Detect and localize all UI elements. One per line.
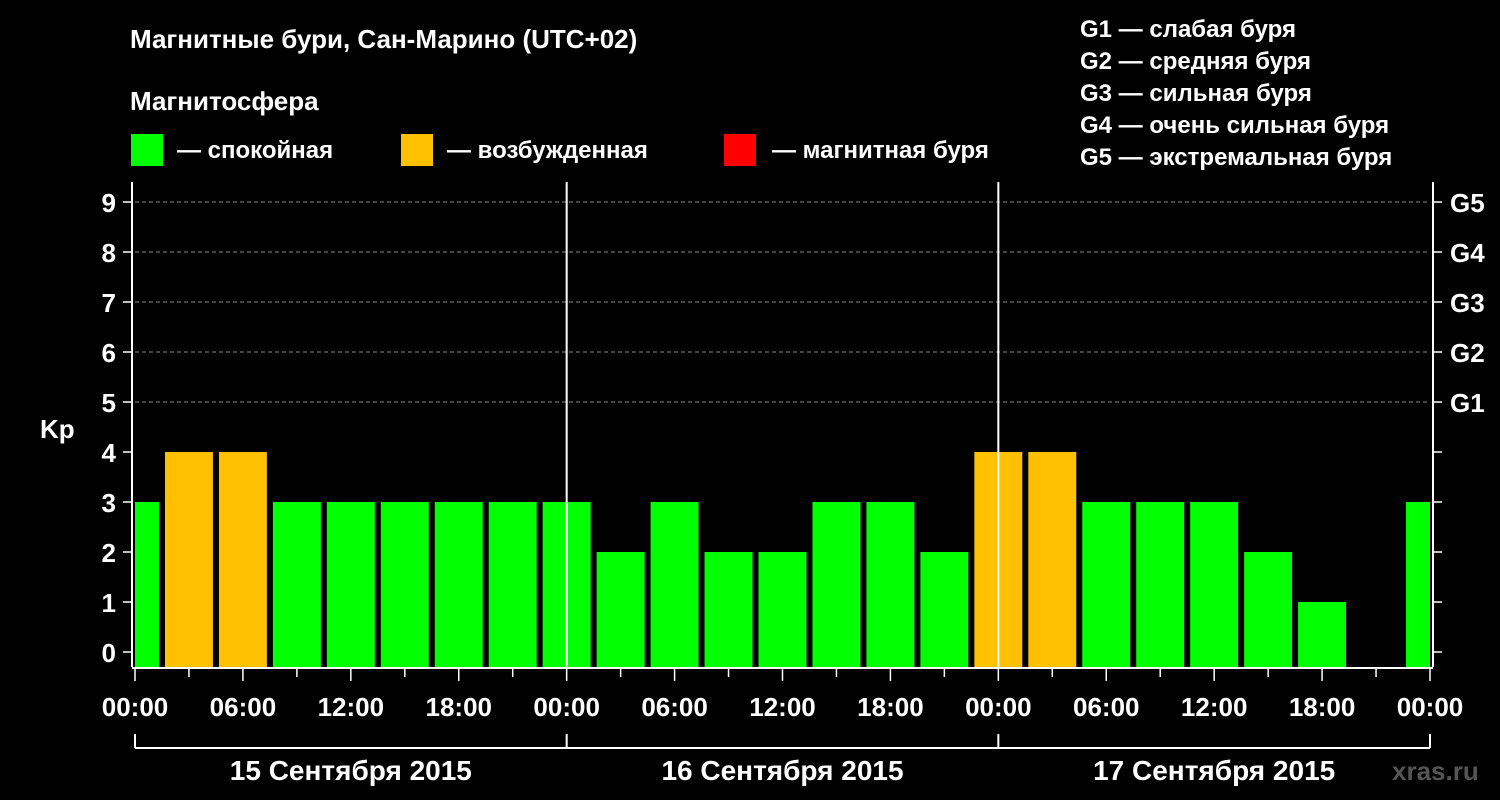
labels-layer: 0 1 2 3 4 5 6 7 8 9 G1 G2 G3 G4 G5 00:00 06:00 12:00 18:00… [102, 188, 1486, 786]
y-tick-label-1: 1 [102, 588, 116, 618]
y-tick-label-0: 0 [102, 638, 116, 668]
watermark: xras.ru [1392, 756, 1479, 786]
bar-20 [1190, 502, 1239, 667]
storm-scale-g1: G1 — слабая буря [1080, 16, 1296, 43]
bar-1 [164, 452, 213, 667]
bar-22 [1298, 602, 1347, 667]
legend-label-active: — возбужденная [447, 137, 648, 164]
right-tick-label-g5: G5 [1450, 188, 1485, 218]
bar-15 [920, 552, 969, 667]
y-tick-label-6: 6 [102, 338, 116, 368]
bar-18 [1082, 502, 1131, 667]
x-tick-label-0: 00:00 [102, 692, 169, 722]
bar-3 [272, 502, 321, 667]
bar-23 [1406, 502, 1430, 667]
legend-swatch-active [401, 134, 433, 166]
bar-11 [704, 552, 753, 667]
x-tick-label-11: 18:00 [1289, 692, 1356, 722]
x-tick-label-7: 18:00 [857, 692, 924, 722]
bar-5 [380, 502, 429, 667]
right-tick-label-g3: G3 [1450, 288, 1485, 318]
storm-scale-g2: G2 — средняя буря [1080, 48, 1311, 75]
bar-12 [758, 552, 807, 667]
x-tick-label-2: 12:00 [318, 692, 385, 722]
x-tick-label-1: 06:00 [210, 692, 277, 722]
bar-17 [1028, 452, 1077, 667]
x-tick-label-5: 06:00 [641, 692, 708, 722]
y-tick-label-2: 2 [102, 538, 116, 568]
bar-9 [596, 552, 645, 667]
legend-swatch-quiet [131, 134, 163, 166]
x-tick-label-9: 06:00 [1073, 692, 1140, 722]
y-tick-label-9: 9 [102, 188, 116, 218]
bar-10 [650, 502, 699, 667]
x-tick-label-4: 00:00 [533, 692, 600, 722]
bar-6 [434, 502, 483, 667]
legend-swatch-storm [724, 134, 756, 166]
storm-scale-g3: G3 — сильная буря [1080, 80, 1312, 107]
grid-layer [135, 201, 1430, 403]
y-tick-label-3: 3 [102, 488, 116, 518]
bar-14 [866, 502, 915, 667]
day-label-2: 17 Сентября 2015 [1093, 755, 1335, 786]
day-label-1: 16 Сентября 2015 [661, 755, 903, 786]
storm-scale-g4: G4 — очень сильная буря [1080, 112, 1389, 139]
storm-scale-g5: G5 — экстремальная буря [1080, 144, 1392, 171]
bar-0 [135, 502, 159, 667]
x-tick-label-12: 00:00 [1397, 692, 1464, 722]
legend-label-storm: — магнитная буря [772, 137, 989, 164]
right-tick-label-g4: G4 [1450, 238, 1485, 268]
bars-layer [135, 452, 1430, 667]
x-tick-label-8: 00:00 [965, 692, 1032, 722]
day-label-0: 15 Сентября 2015 [230, 755, 472, 786]
chart-title: Магнитные бури, Сан-Марино (UTC+02) [130, 24, 637, 54]
right-tick-label-g2: G2 [1450, 338, 1485, 368]
right-tick-label-g1: G1 [1450, 388, 1485, 418]
y-axis-label: Kp [40, 414, 75, 444]
x-tick-label-6: 12:00 [749, 692, 816, 722]
bar-13 [812, 502, 861, 667]
bar-19 [1136, 502, 1185, 667]
chart-subtitle: Магнитосфера [130, 86, 319, 116]
bar-4 [326, 502, 375, 667]
bar-7 [488, 502, 537, 667]
y-tick-label-5: 5 [102, 388, 116, 418]
bar-2 [218, 452, 267, 667]
y-tick-label-7: 7 [102, 288, 116, 318]
legend-label-quiet: — спокойная [177, 137, 333, 164]
y-tick-label-4: 4 [102, 438, 117, 468]
y-tick-label-8: 8 [102, 238, 116, 268]
kp-chart: Магнитные бури, Сан-Марино (UTC+02) Магн… [40, 16, 1486, 786]
x-tick-label-10: 12:00 [1181, 692, 1248, 722]
x-tick-label-3: 18:00 [426, 692, 493, 722]
bar-21 [1244, 552, 1293, 667]
